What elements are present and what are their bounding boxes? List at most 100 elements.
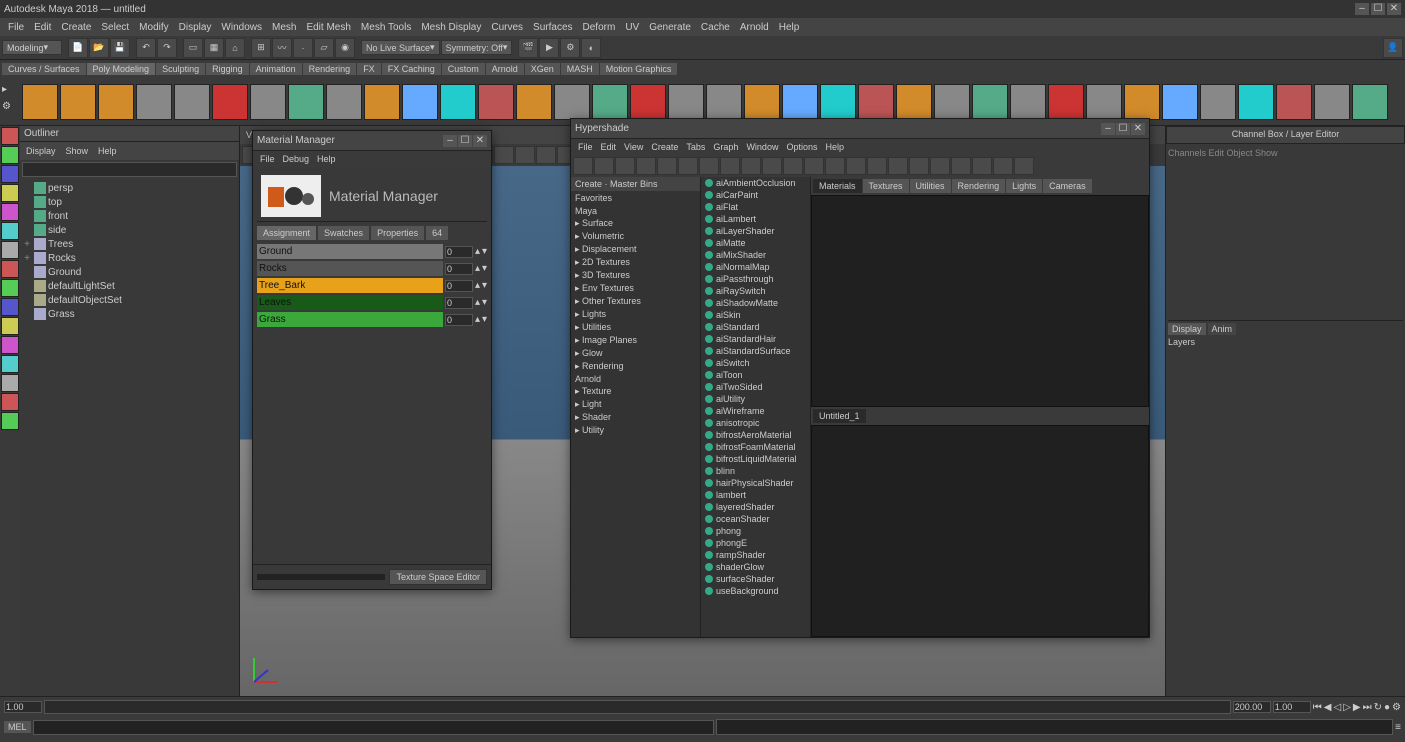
play-back-button[interactable]: ◁ bbox=[1333, 702, 1341, 713]
close-icon[interactable]: ✕ bbox=[1387, 3, 1401, 15]
shelf-button-2[interactable] bbox=[98, 84, 134, 120]
hs-tool-21[interactable] bbox=[1014, 157, 1034, 175]
shelf-menu-button[interactable]: ⚙ bbox=[2, 101, 18, 117]
material-swatch[interactable]: Ground bbox=[257, 244, 443, 259]
toolbox-button-3[interactable] bbox=[1, 184, 19, 202]
toolbox-button-7[interactable] bbox=[1, 260, 19, 278]
outliner-item-rocks[interactable]: +Rocks bbox=[22, 251, 237, 265]
play-start-button[interactable]: ⏮ bbox=[1313, 702, 1322, 713]
hs-tool-15[interactable] bbox=[888, 157, 908, 175]
shelf-button-9[interactable] bbox=[364, 84, 400, 120]
outliner-menu-display[interactable]: Display bbox=[22, 146, 60, 156]
autokey-button[interactable]: ● bbox=[1384, 702, 1390, 713]
hs-node-phonge[interactable]: phongE bbox=[701, 537, 810, 549]
material-swatch[interactable]: Leaves bbox=[257, 295, 443, 310]
mm-maximize-icon[interactable]: ☐ bbox=[458, 135, 472, 147]
hypershade-work-tab[interactable]: Untitled_1 bbox=[813, 409, 866, 423]
select-by-hierarchy-button[interactable]: ⌂ bbox=[225, 38, 245, 58]
hs-category[interactable]: ▸ Shader bbox=[571, 411, 700, 424]
hs-node-lambert[interactable]: lambert bbox=[701, 489, 810, 501]
mm-tab-properties[interactable]: Properties bbox=[371, 226, 424, 240]
snap-grid-button[interactable]: ⊞ bbox=[251, 38, 271, 58]
hs-close-icon[interactable]: ✕ bbox=[1131, 123, 1145, 135]
ipr-button[interactable]: ▶ bbox=[539, 38, 559, 58]
outliner-item-persp[interactable]: persp bbox=[22, 181, 237, 195]
shelf-tab-xgen[interactable]: XGen bbox=[525, 63, 560, 75]
hs-node-aistandardsurface[interactable]: aiStandardSurface bbox=[701, 345, 810, 357]
hs-category[interactable]: ▸ Image Planes bbox=[571, 334, 700, 347]
hs-node-aitwosided[interactable]: aiTwoSided bbox=[701, 381, 810, 393]
toolbox-button-14[interactable] bbox=[1, 393, 19, 411]
hs-minimize-icon[interactable]: – bbox=[1101, 123, 1115, 135]
range-start-field[interactable] bbox=[4, 701, 42, 713]
range-end-field[interactable] bbox=[1233, 701, 1271, 713]
material-swatch[interactable]: Grass bbox=[257, 312, 443, 327]
shelf-button-27[interactable] bbox=[1048, 84, 1084, 120]
script-editor-button[interactable]: ≡ bbox=[1395, 722, 1401, 733]
shelf-button-16[interactable] bbox=[630, 84, 666, 120]
hs-category[interactable]: ▸ Volumetric bbox=[571, 230, 700, 243]
shelf-button-5[interactable] bbox=[212, 84, 248, 120]
hs-tool-1[interactable] bbox=[594, 157, 614, 175]
mm-tab-swatches[interactable]: Swatches bbox=[318, 226, 369, 240]
hs-node-aiflat[interactable]: aiFlat bbox=[701, 201, 810, 213]
shelf-button-24[interactable] bbox=[934, 84, 970, 120]
hs-category[interactable]: ▸ Surface bbox=[571, 217, 700, 230]
hs-tool-5[interactable] bbox=[678, 157, 698, 175]
hs-node-aiswitch[interactable]: aiSwitch bbox=[701, 357, 810, 369]
step-back-button[interactable]: ◀ bbox=[1324, 702, 1332, 713]
hs-menu-graph[interactable]: Graph bbox=[710, 142, 741, 152]
account-icon[interactable]: 👤 bbox=[1383, 38, 1403, 58]
hs-node-aitoon[interactable]: aiToon bbox=[701, 369, 810, 381]
toolbox-button-8[interactable] bbox=[1, 279, 19, 297]
minimize-icon[interactable]: – bbox=[1355, 3, 1369, 15]
shelf-button-7[interactable] bbox=[288, 84, 324, 120]
hs-node-ailayershader[interactable]: aiLayerShader bbox=[701, 225, 810, 237]
hs-category[interactable]: ▸ 2D Textures bbox=[571, 256, 700, 269]
hs-node-ailambert[interactable]: aiLambert bbox=[701, 213, 810, 225]
shelf-tab-rendering[interactable]: Rendering bbox=[303, 63, 357, 75]
hs-bin-tab-cameras[interactable]: Cameras bbox=[1043, 179, 1092, 193]
shelf-button-18[interactable] bbox=[706, 84, 742, 120]
mm-menu-help[interactable]: Help bbox=[314, 154, 339, 164]
shelf-tab-fx-caching[interactable]: FX Caching bbox=[382, 63, 441, 75]
toolbox-button-0[interactable] bbox=[1, 127, 19, 145]
hs-node-usebackground[interactable]: useBackground bbox=[701, 585, 810, 597]
hs-node-ainormalmap[interactable]: aiNormalMap bbox=[701, 261, 810, 273]
shelf-tab-curves-surfaces[interactable]: Curves / Surfaces bbox=[2, 63, 86, 75]
shelf-button-8[interactable] bbox=[326, 84, 362, 120]
layers-label[interactable]: Display bbox=[1168, 323, 1206, 335]
shelf-button-19[interactable] bbox=[744, 84, 780, 120]
viewport-tool-13[interactable] bbox=[515, 146, 535, 164]
shelf-tab-animation[interactable]: Animation bbox=[250, 63, 302, 75]
hs-category[interactable]: Maya bbox=[571, 205, 700, 217]
hs-tool-2[interactable] bbox=[615, 157, 635, 175]
shelf-tab-sculpting[interactable]: Sculpting bbox=[156, 63, 205, 75]
hs-category[interactable]: ▸ 3D Textures bbox=[571, 269, 700, 282]
hs-node-rampshader[interactable]: rampShader bbox=[701, 549, 810, 561]
toolbox-button-15[interactable] bbox=[1, 412, 19, 430]
material-value-field[interactable] bbox=[445, 297, 473, 309]
hs-node-bifrostfoammaterial[interactable]: bifrostFoamMaterial bbox=[701, 441, 810, 453]
outliner-item-grass[interactable]: Grass bbox=[22, 307, 237, 321]
hs-node-phong[interactable]: phong bbox=[701, 525, 810, 537]
hs-tool-16[interactable] bbox=[909, 157, 929, 175]
hs-node-shaderglow[interactable]: shaderGlow bbox=[701, 561, 810, 573]
hs-category[interactable]: ▸ Texture bbox=[571, 385, 700, 398]
spinner-down-icon[interactable]: ▾ bbox=[482, 263, 487, 274]
hs-menu-options[interactable]: Options bbox=[783, 142, 820, 152]
shelf-button-22[interactable] bbox=[858, 84, 894, 120]
shelf-tab-fx[interactable]: FX bbox=[357, 63, 381, 75]
hs-menu-tabs[interactable]: Tabs bbox=[683, 142, 708, 152]
hs-node-surfaceshader[interactable]: surfaceShader bbox=[701, 573, 810, 585]
shelf-button-32[interactable] bbox=[1238, 84, 1274, 120]
material-value-field[interactable] bbox=[445, 314, 473, 326]
viewport-tool-12[interactable] bbox=[494, 146, 514, 164]
spinner-up-icon[interactable]: ▴ bbox=[475, 246, 480, 257]
viewport-tool-14[interactable] bbox=[536, 146, 556, 164]
hs-tool-7[interactable] bbox=[720, 157, 740, 175]
hs-category[interactable]: ▸ Other Textures bbox=[571, 295, 700, 308]
toolbox-button-1[interactable] bbox=[1, 146, 19, 164]
spinner-down-icon[interactable]: ▾ bbox=[482, 280, 487, 291]
hs-menu-help[interactable]: Help bbox=[822, 142, 847, 152]
